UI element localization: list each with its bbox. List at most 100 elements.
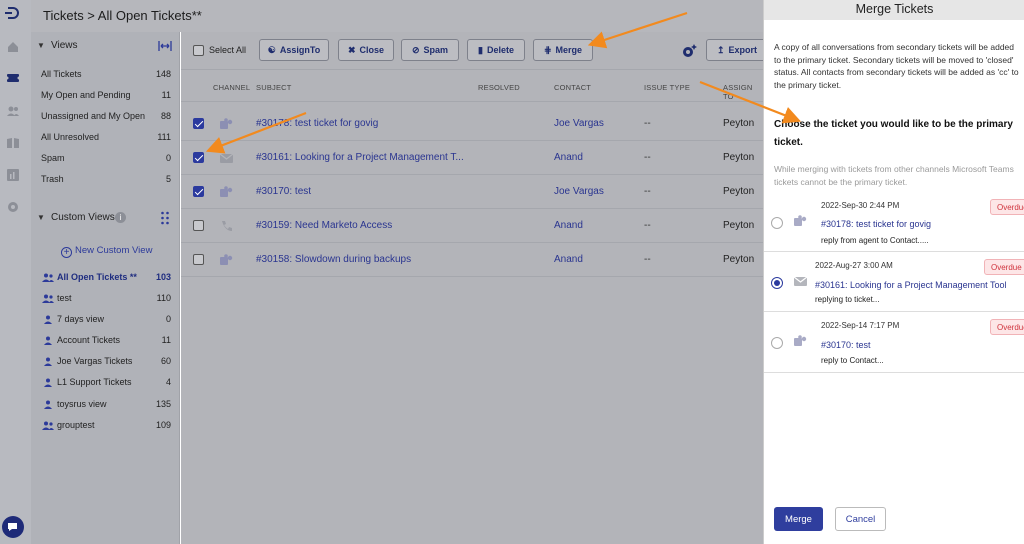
ticket-title-link[interactable]: #30161: Looking for a Project Management… — [815, 280, 1006, 290]
table-row[interactable]: #30159: Need Marketo Access Anand -- Pey… — [181, 209, 763, 243]
col-resolved[interactable]: RESOLVED — [478, 83, 520, 92]
merge-ticket-option[interactable]: 2022-Sep-30 2:44 PM #30178: test ticket … — [764, 192, 1024, 252]
custom-view-7-days[interactable]: 7 days view 0 — [41, 311, 171, 329]
overdue-badge: Overdue — [984, 259, 1024, 275]
plus-circle-icon: + — [61, 247, 72, 258]
teams-icon — [220, 254, 233, 265]
contact-link[interactable]: Anand — [554, 220, 583, 231]
tickets-main: Select All ☯ AssignTo ✖ Close ⊘ Spam ▮ Delet… — [181, 32, 768, 544]
view-item-all-unresolved[interactable]: All Unresolved 111 — [41, 129, 171, 147]
merge-ticket-option[interactable]: 2022-Sep-14 7:17 PM #30170: test reply t… — [764, 313, 1024, 373]
assign-to-button[interactable]: ☯ AssignTo — [259, 39, 329, 61]
phone-icon — [222, 221, 232, 231]
ticket-title-link[interactable]: #30178: test ticket for govig — [821, 219, 931, 229]
custom-views-section-header[interactable]: ▼ Custom Views i — [31, 206, 180, 230]
col-channel[interactable]: CHANNEL — [213, 83, 250, 92]
chat-icon[interactable] — [2, 516, 24, 538]
knowledge-base-icon[interactable] — [6, 136, 20, 150]
email-icon — [794, 276, 807, 286]
gear-sparkle-icon[interactable] — [681, 43, 697, 59]
custom-view-test[interactable]: test 110 — [41, 290, 171, 308]
custom-view-account-tickets[interactable]: Account Tickets 11 — [41, 332, 171, 350]
ticket-subject-link[interactable]: #30158: Slowdown during backups — [256, 254, 411, 265]
custom-view-all-open-tickets[interactable]: All Open Tickets ** 103 — [41, 269, 171, 287]
view-count: 11 — [161, 90, 171, 100]
chevron-down-icon[interactable]: ▼ — [37, 41, 45, 50]
assignee: Peyton — [723, 254, 755, 265]
ticket-subject-link[interactable]: #30159: Need Marketo Access — [256, 220, 392, 231]
table-row[interactable]: #30178: test ticket for govig Joe Vargas… — [181, 107, 763, 141]
teams-icon — [794, 335, 807, 346]
cancel-button[interactable]: Cancel — [835, 507, 886, 531]
reports-icon[interactable] — [6, 168, 20, 182]
view-item-unassigned-my-open[interactable]: Unassigned and My Open 88 — [41, 108, 171, 126]
view-item-all-tickets[interactable]: All Tickets 148 — [41, 66, 171, 84]
teams-icon — [220, 118, 233, 129]
issue-type: -- — [644, 254, 651, 265]
close-button[interactable]: ✖ Close — [338, 39, 394, 61]
custom-view-grouptest[interactable]: grouptest 109 — [41, 417, 171, 435]
assignee: Peyton — [723, 186, 755, 197]
contact-link[interactable]: Joe Vargas — [554, 118, 604, 129]
panel-title: Merge Tickets — [855, 2, 934, 16]
select-all-checkbox[interactable] — [193, 45, 204, 56]
user-icon — [44, 357, 52, 366]
contacts-icon[interactable] — [6, 104, 20, 118]
assignee: Peyton — [723, 220, 755, 231]
settings-icon[interactable] — [6, 200, 20, 214]
teams-icon — [220, 186, 233, 197]
row-checkbox[interactable] — [193, 254, 204, 265]
overdue-badge: Overdue — [990, 319, 1024, 335]
primary-radio[interactable] — [771, 277, 783, 289]
merge-ticket-option[interactable]: 2022-Aug-27 3:00 AM #30161: Looking for … — [764, 252, 1024, 312]
tickets-icon[interactable] — [6, 71, 20, 85]
view-item-trash[interactable]: Trash 5 — [41, 171, 171, 189]
views-section-header[interactable]: ▼ Views — [31, 34, 180, 58]
custom-view-l1-support[interactable]: L1 Support Tickets 4 — [41, 374, 171, 392]
issue-type: -- — [644, 118, 651, 129]
col-contact[interactable]: CONTACT — [554, 83, 591, 92]
merge-tickets-panel: Merge Tickets A copy of all conversation… — [763, 0, 1024, 544]
user-icon — [44, 400, 52, 409]
table-row[interactable]: #30161: Looking for a Project Management… — [181, 141, 763, 175]
col-subject[interactable]: SUBJECT — [256, 83, 292, 92]
chevron-down-icon[interactable]: ▼ — [37, 213, 45, 222]
expand-width-icon[interactable] — [158, 40, 172, 52]
page-title: Tickets > All Open Tickets** — [43, 8, 202, 23]
view-item-my-open-pending[interactable]: My Open and Pending 11 — [41, 87, 171, 105]
ticket-subject-link[interactable]: #30170: test — [256, 186, 311, 197]
merge-button[interactable]: ⋕ Merge — [533, 39, 593, 61]
contact-link[interactable]: Anand — [554, 152, 583, 163]
row-checkbox[interactable] — [193, 118, 204, 129]
col-issue-type[interactable]: ISSUE TYPE — [644, 83, 690, 92]
row-checkbox[interactable] — [193, 152, 204, 163]
contact-link[interactable]: Anand — [554, 254, 583, 265]
delete-button[interactable]: ▮ Delete — [467, 39, 525, 61]
table-header: CHANNEL SUBJECT RESOLVED CONTACT ISSUE T… — [181, 69, 763, 102]
custom-view-toysrus[interactable]: toysrus view 135 — [41, 396, 171, 414]
export-button[interactable]: ↥ Export — [706, 39, 768, 61]
ticket-subject-link[interactable]: #30178: test ticket for govig — [256, 118, 378, 129]
custom-view-joe-vargas[interactable]: Joe Vargas Tickets 60 — [41, 353, 171, 371]
issue-type: -- — [644, 152, 651, 163]
table-row[interactable]: #30158: Slowdown during backups Anand --… — [181, 243, 763, 277]
info-icon[interactable]: i — [115, 212, 126, 223]
home-icon[interactable] — [6, 40, 20, 54]
ticket-title-link[interactable]: #30170: test — [821, 340, 871, 350]
contact-link[interactable]: Joe Vargas — [554, 186, 604, 197]
primary-radio[interactable] — [771, 217, 783, 229]
assignee: Peyton — [723, 152, 755, 163]
row-checkbox[interactable] — [193, 186, 204, 197]
view-item-spam[interactable]: Spam 0 — [41, 150, 171, 168]
logo-icon[interactable] — [4, 5, 20, 21]
issue-type: -- — [644, 186, 651, 197]
col-assign-to[interactable]: ASSIGN TO — [723, 83, 763, 101]
table-row[interactable]: #30170: test Joe Vargas -- Peyton — [181, 175, 763, 209]
new-custom-view-link[interactable]: + New Custom View — [61, 245, 152, 258]
spam-button[interactable]: ⊘ Spam — [401, 39, 459, 61]
drag-handle-icon[interactable] — [160, 211, 170, 225]
merge-confirm-button[interactable]: Merge — [774, 507, 823, 531]
row-checkbox[interactable] — [193, 220, 204, 231]
primary-radio[interactable] — [771, 337, 783, 349]
ticket-subject-link[interactable]: #30161: Looking for a Project Management… — [256, 152, 464, 163]
